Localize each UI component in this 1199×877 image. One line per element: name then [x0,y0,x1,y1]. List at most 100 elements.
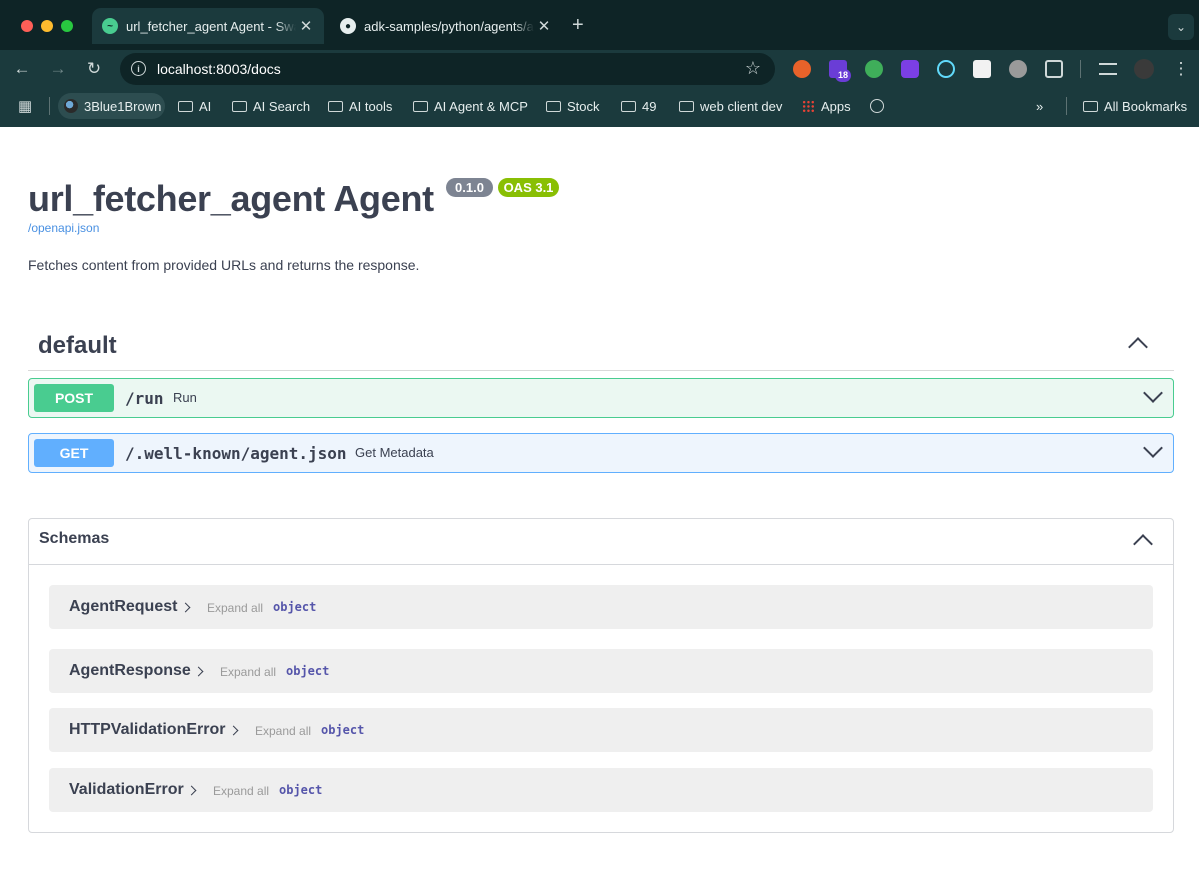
extension-orange-icon[interactable] [793,60,811,78]
operation-get-agent-json[interactable]: GET /.well-known/agent.json Get Metadata [28,433,1174,473]
extensions-puzzle-icon[interactable] [1045,60,1063,78]
new-tab-plus-icon[interactable]: + [572,14,584,37]
model-type: object [279,783,323,797]
folder-icon [679,100,694,112]
model-type: object [273,600,317,614]
apps-icon [802,99,815,113]
expand-all-button[interactable]: Expand all [213,784,269,798]
schemas-section: Schemas AgentRequest Expand all object A… [28,518,1174,833]
expand-all-button[interactable]: Expand all [220,665,276,679]
bookmark-folder-ai-agent-mcp[interactable]: AI Agent & MCP [413,97,528,115]
bookmark-label: AI tools [349,98,393,114]
schema-model-agentrequest[interactable]: AgentRequest Expand all object [49,585,1153,629]
more-menu-icon[interactable]: ⋮ [1170,58,1192,80]
bookmark-folder-49[interactable]: 49 [621,97,656,115]
operation-summary: Run [173,390,197,405]
bookmark-label: 3Blue1Brown [84,98,162,114]
schema-model-httpvalidationerror[interactable]: HTTPValidationError Expand all object [49,708,1153,752]
expand-chevron-down-icon[interactable] [1143,383,1163,403]
expand-all-button[interactable]: Expand all [207,601,263,615]
chevron-right-icon[interactable] [180,602,191,613]
bookmark-globe[interactable] [870,97,884,115]
expand-all-button[interactable]: Expand all [255,724,311,738]
chevron-right-icon[interactable] [228,725,239,736]
bookmark-3blue1brown[interactable]: 3Blue1Brown [64,97,161,115]
folder-icon [621,100,636,112]
version-badge: 0.1.0 [446,178,493,197]
back-arrow-icon[interactable]: ← [11,58,33,80]
tab-strip: ~ url_fetcher_agent Agent - Swagger UI ✕… [0,0,1199,50]
expand-chevron-down-icon[interactable] [1143,438,1163,458]
swagger-favicon-icon: ~ [102,18,118,34]
forward-arrow-icon[interactable]: → [47,58,69,80]
globe-icon [870,99,884,113]
site-info-icon[interactable]: i [131,61,146,76]
operation-post-run[interactable]: POST /run Run [28,378,1174,418]
bookmark-label: AI Agent & MCP [434,98,528,114]
bookmark-label: AI [199,98,212,114]
bookmark-label: AI Search [253,98,311,114]
bookmark-folder-ai-tools[interactable]: AI tools [328,97,392,115]
media-controls-icon[interactable] [1099,63,1117,75]
tag-section-default[interactable]: default [28,323,1174,371]
address-url[interactable]: localhost:8003/docs [157,61,281,77]
bookmark-folder-ai[interactable]: AI [178,97,211,115]
extension-gray-icon[interactable] [1009,60,1027,78]
oas-badge: OAS 3.1 [498,178,559,197]
model-type: object [286,664,330,678]
bookmark-label: web client dev [700,98,783,114]
schema-model-validationerror[interactable]: ValidationError Expand all object [49,768,1153,812]
tag-title: default [38,332,117,359]
extension-shield-icon[interactable] [901,60,919,78]
bookmark-star-icon[interactable]: ☆ [745,58,761,79]
maximize-window-button[interactable] [61,20,73,32]
3b1b-logo-icon [64,99,78,113]
address-bar[interactable]: i localhost:8003/docs ☆ [120,53,775,85]
bookmark-apps[interactable]: Apps [802,97,851,115]
extension-robot-icon[interactable] [865,60,883,78]
operation-path: /run [125,389,164,408]
bookmarks-overflow-icon[interactable]: » [1036,97,1043,115]
reload-icon[interactable]: ↻ [83,58,105,80]
schemas-title: Schemas [39,530,110,547]
tab-github[interactable]: ● adk-samples/python/agents/a2a ✕ [330,8,562,44]
collapse-chevron-up-icon[interactable] [1128,337,1148,357]
bookmarks-divider [1066,97,1067,115]
operation-path: /.well-known/agent.json [125,444,347,463]
bookmark-folder-web-client-dev[interactable]: web client dev [679,97,782,115]
method-badge-get: GET [34,439,114,467]
bookmark-folder-stock[interactable]: Stock [546,97,600,115]
page-title: url_fetcher_agent Agent [28,178,434,219]
close-window-button[interactable] [21,20,33,32]
folder-icon [232,100,247,112]
collapse-chevron-up-icon[interactable] [1133,534,1153,554]
folder-icon [546,100,561,112]
tab-title: adk-samples/python/agents/a2a [364,18,534,34]
schemas-header[interactable]: Schemas [29,519,1173,565]
model-name[interactable]: HTTPValidationError [69,721,225,739]
profile-avatar[interactable] [1134,59,1154,79]
schema-model-agentresponse[interactable]: AgentResponse Expand all object [49,649,1153,693]
tab-swagger[interactable]: ~ url_fetcher_agent Agent - Swagger UI ✕ [92,8,324,44]
chevron-right-icon[interactable] [193,666,204,677]
bookmark-folder-ai-search[interactable]: AI Search [232,97,310,115]
toolbar-divider [1080,60,1081,78]
all-bookmarks[interactable]: All Bookmarks [1083,97,1187,115]
model-name[interactable]: AgentRequest [69,598,177,616]
model-name[interactable]: ValidationError [69,781,184,799]
tab-title: url_fetcher_agent Agent - Swagger UI [126,18,296,34]
github-favicon-icon: ● [340,18,356,34]
tab-close-icon[interactable]: ✕ [534,17,554,35]
chevron-right-icon[interactable] [186,785,197,796]
model-name[interactable]: AgentResponse [69,662,191,680]
openapi-json-link[interactable]: /openapi.json [28,221,99,235]
browser-chrome: ~ url_fetcher_agent Agent - Swagger UI ✕… [0,0,1199,127]
minimize-window-button[interactable] [41,20,53,32]
tab-search-chevron-icon[interactable]: ⌄ [1168,14,1194,40]
api-description: Fetches content from provided URLs and r… [28,257,420,273]
tab-close-icon[interactable]: ✕ [296,17,316,35]
react-devtools-icon[interactable] [937,60,955,78]
extension-square-icon[interactable] [973,60,991,78]
apps-grid-icon[interactable]: ▦ [18,97,32,115]
folder-icon [1083,100,1098,112]
